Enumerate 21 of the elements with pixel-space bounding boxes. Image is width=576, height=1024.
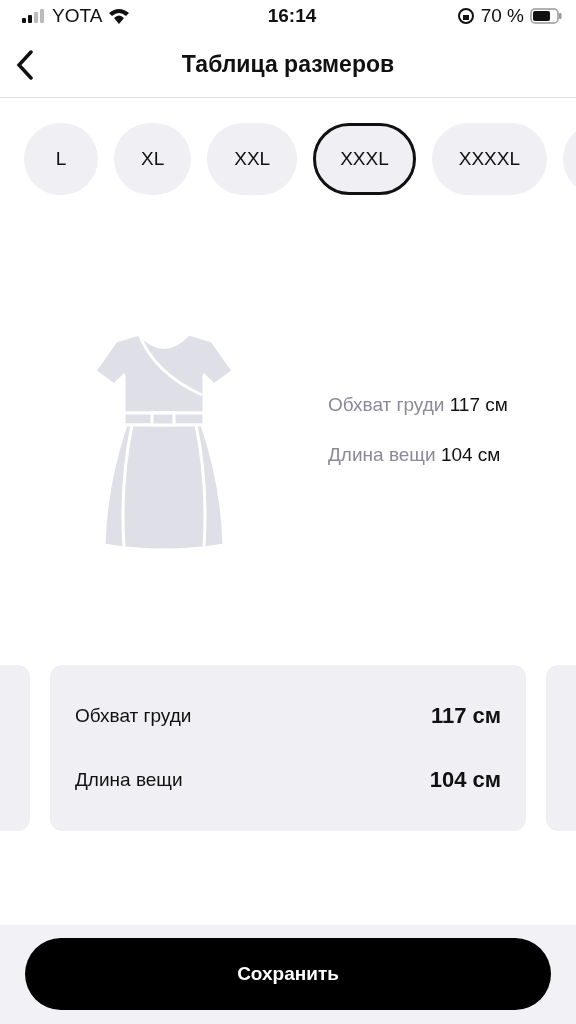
page-title: Таблица размеров [181, 51, 395, 78]
measurement-label: Длина вещи [75, 769, 183, 791]
size-chip[interactable]: XXL [207, 123, 298, 195]
carrier-name: YOTA [52, 5, 103, 27]
measurement-label: Обхват груди [75, 705, 192, 727]
back-icon [16, 50, 34, 80]
size-chip[interactable]: XL [114, 123, 192, 195]
status-time: 16:14 [267, 5, 317, 27]
size-chip[interactable]: XXXXL [431, 123, 548, 195]
signal-icon [22, 9, 46, 23]
save-button[interactable]: Сохранить [25, 938, 551, 1010]
size-chip[interactable]: XXXL [313, 123, 416, 195]
measurement-text: Длина вещи 104 см [328, 444, 502, 466]
size-chip[interactable]: L [24, 123, 98, 195]
battery-icon [530, 8, 562, 24]
measurement-value: 104 см [429, 767, 501, 793]
battery-percent: 70 % [480, 5, 524, 27]
measurement-value: 117 см [430, 703, 501, 729]
measurement-text: Обхват груди 117 см [328, 394, 508, 416]
rotation-lock-icon [456, 7, 475, 25]
wifi-icon [108, 8, 131, 24]
